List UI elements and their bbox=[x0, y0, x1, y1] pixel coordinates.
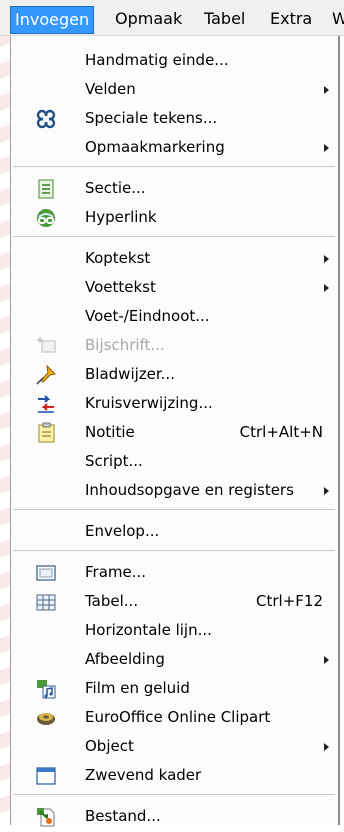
menu-item-label: Afbeelding bbox=[85, 650, 165, 668]
menu-item-label: Tabel... bbox=[85, 592, 139, 610]
submenu-arrow-icon bbox=[324, 144, 329, 152]
menu-item-label: Velden bbox=[85, 80, 136, 98]
menu-item-label: Envelop... bbox=[85, 522, 160, 540]
menu-item-label: Notitie bbox=[85, 423, 135, 441]
invoegen-dropdown-menu: Handmatig einde... Velden Speciale tekens… bbox=[10, 36, 340, 827]
menu-invoegen[interactable]: Invoegen bbox=[10, 6, 95, 34]
menu-item-label: Bladwijzer... bbox=[85, 365, 175, 383]
menu-item-hyperlink[interactable]: Hyperlink bbox=[11, 203, 337, 232]
shortcut-hint: Ctrl+F12 bbox=[256, 592, 323, 610]
cross-reference-icon bbox=[35, 393, 57, 415]
menu-item-label: Voet-/Eindnoot... bbox=[85, 307, 210, 325]
menu-item-velden[interactable]: Velden bbox=[11, 75, 337, 104]
menu-item-sectie[interactable]: Sectie... bbox=[11, 174, 337, 203]
menu-item-bijschrift: Bijschrift... bbox=[11, 331, 337, 360]
section-icon bbox=[35, 178, 57, 200]
menu-item-label: Zwevend kader bbox=[85, 766, 202, 784]
submenu-arrow-icon bbox=[324, 284, 329, 292]
background-strip bbox=[0, 0, 10, 825]
menu-item-label: Hyperlink bbox=[85, 208, 157, 226]
menu-item-label: Inhoudsopgave en registers bbox=[85, 481, 294, 499]
hyperlink-icon bbox=[35, 207, 57, 229]
menu-separator bbox=[13, 236, 335, 237]
menu-item-label: Koptekst bbox=[85, 249, 151, 267]
menu-item-label: Frame... bbox=[85, 563, 147, 581]
menu-item-bestand[interactable]: Bestand... bbox=[11, 802, 337, 831]
menu-item-label: Kruisverwijzing... bbox=[85, 394, 213, 412]
menu-tabel[interactable]: Tabel bbox=[200, 6, 249, 34]
menu-item-handmatig-einde[interactable]: Handmatig einde... bbox=[11, 46, 337, 75]
menu-extra[interactable]: Extra bbox=[266, 6, 316, 34]
menu-separator bbox=[13, 166, 335, 167]
menu-item-label: Speciale tekens... bbox=[85, 109, 218, 127]
menu-item-label: Object bbox=[85, 737, 134, 755]
menu-item-label: Bestand... bbox=[85, 807, 161, 825]
menu-item-inhoudsopgave[interactable]: Inhoudsopgave en registers bbox=[11, 476, 337, 505]
menu-item-afbeelding[interactable]: Afbeelding bbox=[11, 645, 337, 674]
special-characters-icon bbox=[35, 108, 57, 130]
menu-bar: Invoegen Opmaak Tabel Extra W bbox=[0, 0, 344, 36]
movie-sound-icon bbox=[35, 678, 57, 700]
frame-icon bbox=[35, 562, 57, 584]
menu-item-bladwijzer[interactable]: Bladwijzer... bbox=[11, 360, 337, 389]
menu-opmaak[interactable]: Opmaak bbox=[111, 6, 186, 34]
caption-icon bbox=[35, 335, 57, 357]
menu-item-speciale-tekens[interactable]: Speciale tekens... bbox=[11, 104, 337, 133]
submenu-arrow-icon bbox=[324, 487, 329, 495]
menu-item-voet-eindnoot[interactable]: Voet-/Eindnoot... bbox=[11, 302, 337, 331]
menu-item-envelop[interactable]: Envelop... bbox=[11, 517, 337, 546]
table-icon bbox=[35, 591, 57, 613]
menu-item-script[interactable]: Script... bbox=[11, 447, 337, 476]
menu-item-label: Sectie... bbox=[85, 179, 146, 197]
submenu-arrow-icon bbox=[324, 656, 329, 664]
clipart-icon bbox=[35, 707, 57, 729]
menu-item-film-en-geluid[interactable]: Film en geluid bbox=[11, 674, 337, 703]
submenu-arrow-icon bbox=[324, 743, 329, 751]
menu-w[interactable]: W bbox=[328, 6, 344, 34]
menu-item-zwevend-kader[interactable]: Zwevend kader bbox=[11, 761, 337, 790]
menu-item-notitie[interactable]: Notitie Ctrl+Alt+N bbox=[11, 418, 337, 447]
menu-item-label: EuroOffice Online Clipart bbox=[85, 708, 271, 726]
submenu-arrow-icon bbox=[324, 86, 329, 94]
floating-frame-icon bbox=[35, 765, 57, 787]
menu-item-label: Handmatig einde... bbox=[85, 51, 229, 69]
menu-item-label: Opmaakmarkering bbox=[85, 138, 225, 156]
menu-item-clipart[interactable]: EuroOffice Online Clipart bbox=[11, 703, 337, 732]
menu-separator bbox=[13, 794, 335, 795]
menu-item-koptekst[interactable]: Koptekst bbox=[11, 244, 337, 273]
shortcut-hint: Ctrl+Alt+N bbox=[239, 423, 323, 441]
note-icon bbox=[35, 422, 57, 444]
submenu-arrow-icon bbox=[324, 255, 329, 263]
menu-item-tabel[interactable]: Tabel... Ctrl+F12 bbox=[11, 587, 337, 616]
menu-separator bbox=[13, 509, 335, 510]
menu-item-object[interactable]: Object bbox=[11, 732, 337, 761]
bookmark-pin-icon bbox=[35, 364, 57, 386]
menu-item-voettekst[interactable]: Voettekst bbox=[11, 273, 337, 302]
menu-item-label: Film en geluid bbox=[85, 679, 190, 697]
menu-item-opmaakmarkering[interactable]: Opmaakmarkering bbox=[11, 133, 337, 162]
menu-separator bbox=[13, 550, 335, 551]
menu-item-label: Horizontale lijn... bbox=[85, 621, 212, 639]
menu-item-kruisverwijzing[interactable]: Kruisverwijzing... bbox=[11, 389, 337, 418]
menu-item-label: Bijschrift... bbox=[85, 336, 165, 354]
menu-item-horizontale-lijn[interactable]: Horizontale lijn... bbox=[11, 616, 337, 645]
menu-item-label: Script... bbox=[85, 452, 143, 470]
menu-item-frame[interactable]: Frame... bbox=[11, 558, 337, 587]
menu-item-label: Voettekst bbox=[85, 278, 156, 296]
